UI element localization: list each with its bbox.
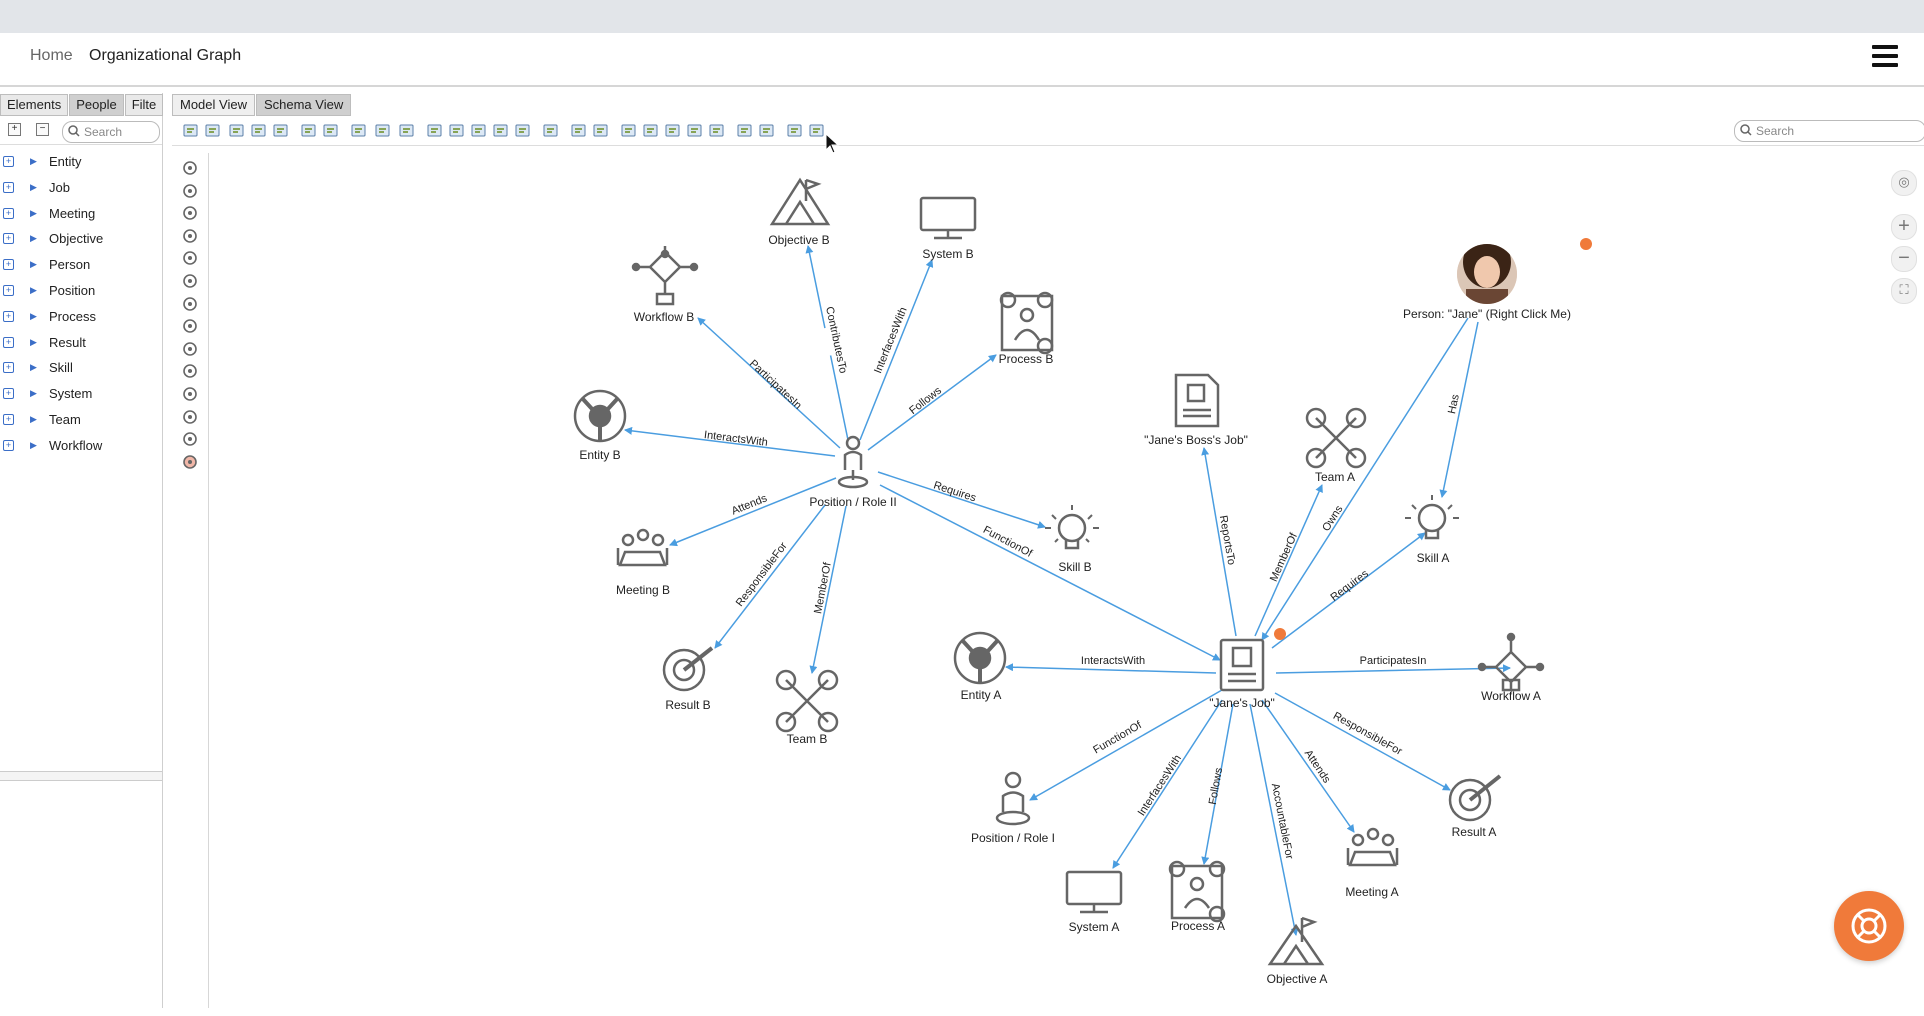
label-attends-b: Attends [730, 492, 770, 517]
person-jane-node[interactable] [1457, 236, 1517, 309]
meeting-icon [618, 550, 667, 567]
skill-b-node[interactable] [1045, 505, 1099, 550]
label-result-b: Result B [665, 698, 710, 712]
label-responsible-for-a: ResponsibleFor [1331, 710, 1404, 758]
label-janes-job: "Jane's Job" [1209, 696, 1275, 710]
label-participates-in-b: ParticipatesIn [747, 358, 804, 412]
cursor-icon [825, 132, 840, 154]
avatar [1457, 244, 1517, 304]
label-position-role-i: Position / Role I [971, 831, 1055, 845]
label-requires-a: Requires [1328, 567, 1371, 603]
position-role-i-node[interactable] [995, 771, 1031, 826]
person-pin-icon [1004, 771, 1022, 789]
team-b-node[interactable] [775, 669, 839, 733]
bulb-icon [1417, 503, 1447, 533]
help-button[interactable] [1834, 891, 1904, 961]
edge-interfaces-with-b[interactable] [859, 259, 934, 441]
entity-a-node[interactable] [953, 631, 1007, 685]
zoom-out-icon[interactable]: − [1891, 246, 1917, 272]
process-icon [1000, 294, 1054, 352]
janes-job-node[interactable] [1219, 638, 1265, 692]
label-requires-b: Requires [932, 479, 978, 504]
position-role-ii-node[interactable] [837, 435, 869, 489]
workflow-icon [1482, 637, 1540, 690]
edge-responsible-for-b[interactable] [714, 504, 826, 649]
edge-attends-b[interactable] [669, 477, 837, 547]
label-entity-b: Entity B [579, 448, 620, 462]
objective-a-node[interactable] [1267, 916, 1325, 966]
process-a-node[interactable] [1168, 860, 1226, 923]
edge-interacts-with-a[interactable] [1005, 663, 1217, 674]
label-process-a: Process A [1171, 919, 1225, 933]
label-member-of-b: MemberOf [812, 561, 834, 615]
label-skill-b: Skill B [1058, 560, 1091, 574]
label-system-a: System A [1069, 920, 1120, 934]
person-pin-icon [845, 435, 861, 451]
label-janes-boss-job: "Jane's Boss's Job" [1144, 433, 1248, 447]
meeting-b-node[interactable] [616, 528, 669, 567]
team-a-node[interactable] [1305, 407, 1367, 469]
entity-b-node[interactable] [573, 389, 627, 443]
label-follows-a: Follows [1207, 766, 1225, 805]
status-dot [1274, 628, 1286, 640]
label-skill-a: Skill A [1417, 551, 1450, 565]
label-result-a: Result A [1452, 825, 1497, 839]
label-process-b: Process B [999, 352, 1054, 366]
workflow-a-node[interactable] [1477, 632, 1545, 692]
result-b-node[interactable] [662, 646, 714, 692]
label-function-of-ii: FunctionOf [981, 524, 1035, 560]
label-workflow-a: Workflow A [1481, 689, 1541, 703]
label-meeting-b: Meeting B [616, 583, 670, 597]
janes-boss-job-node[interactable] [1174, 373, 1220, 428]
fit-screen-icon[interactable]: ⛶ [1891, 278, 1917, 304]
system-b-node[interactable] [919, 196, 977, 240]
label-function-of-i: FunctionOf [1091, 719, 1144, 757]
meeting-icon [1348, 850, 1397, 867]
label-person-jane: Person: "Jane" (Right Click Me) [1403, 307, 1571, 321]
label-owns: Owns [1320, 503, 1346, 534]
label-objective-b: Objective B [768, 233, 829, 247]
status-dot [1580, 238, 1592, 250]
label-member-of-a: MemberOf [1268, 530, 1300, 583]
process-icon [1170, 864, 1224, 920]
label-team-b: Team B [787, 732, 828, 746]
label-system-b: System B [922, 247, 973, 261]
mountain-flag-icon [1267, 916, 1325, 966]
label-objective-a: Objective A [1267, 972, 1328, 986]
label-position-role-ii: Position / Role II [809, 495, 896, 509]
edge-function-of-ii[interactable] [879, 484, 1221, 661]
label-participates-in-a: ParticipatesIn [1360, 655, 1427, 667]
graph-canvas[interactable]: ContributesTo InterfacesWith Participate… [0, 0, 1924, 1016]
label-interacts-with-a: InteractsWith [1081, 655, 1145, 667]
edge-responsible-for-a[interactable] [1274, 692, 1451, 791]
monitor-icon [1065, 870, 1123, 906]
lifebuoy-icon [1851, 908, 1887, 944]
label-interfaces-with-b: InterfacesWith [872, 306, 909, 376]
edge-owns[interactable] [1261, 317, 1469, 641]
label-responsible-for-b: ResponsibleFor [734, 540, 790, 609]
edge-participates-in-a[interactable] [1275, 664, 1511, 674]
label-interfaces-with-a: InterfacesWith [1136, 753, 1184, 819]
result-a-node[interactable] [1448, 774, 1502, 822]
zoom-in-icon[interactable]: + [1891, 214, 1917, 240]
mountain-flag-icon [769, 177, 831, 226]
bulb-icon [1057, 513, 1087, 543]
label-entity-a: Entity A [961, 688, 1002, 702]
monitor-icon [919, 196, 977, 232]
label-workflow-b: Workflow B [634, 310, 694, 324]
workflow-b-node[interactable] [631, 246, 699, 306]
pan-control-icon[interactable]: ◎ [1891, 170, 1917, 196]
label-follows-b: Follows [907, 384, 944, 417]
label-meeting-a: Meeting A [1345, 885, 1398, 899]
label-team-a: Team A [1315, 470, 1355, 484]
meeting-a-node[interactable] [1346, 827, 1399, 867]
objective-b-node[interactable] [769, 177, 831, 226]
skill-a-node[interactable] [1405, 495, 1459, 540]
system-a-node[interactable] [1065, 870, 1123, 914]
label-interacts-with-b: InteractsWith [703, 429, 768, 449]
process-b-node[interactable] [999, 291, 1054, 355]
